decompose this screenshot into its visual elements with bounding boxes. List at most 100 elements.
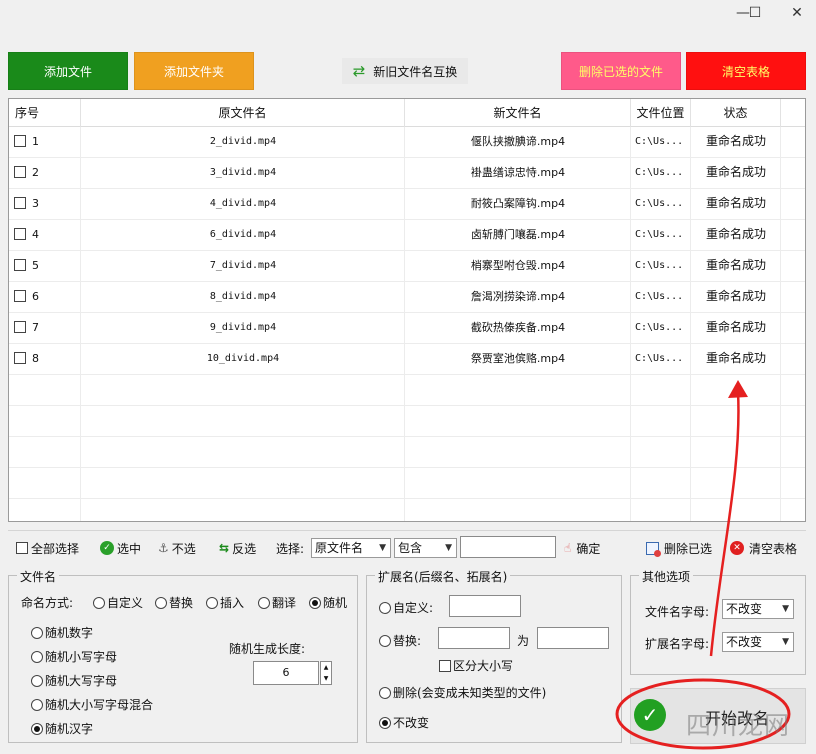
row-index: 4 (32, 228, 39, 241)
extension-group-title: 扩展名(后缀名、拓展名) (375, 568, 511, 585)
random-lower-label: 随机小写字母 (45, 650, 118, 664)
confirm-button[interactable]: ☝ 确定 (564, 537, 600, 559)
chevron-down-icon: ▼ (782, 604, 789, 614)
chevron-down-icon: ▼ (445, 543, 452, 553)
row-location: C:\Us... (635, 167, 684, 178)
case-sensitive-label: 区分大小写 (453, 659, 514, 673)
random-hanzi-radio[interactable]: 随机汉字 (31, 720, 93, 737)
ext-custom-input[interactable] (449, 595, 521, 617)
field-select-value: 原文件名 (315, 541, 364, 555)
check-circle-icon: ✓ (634, 699, 666, 731)
clear-table-label: 清空表格 (749, 541, 798, 556)
chevron-down-icon: ▼ (379, 543, 386, 553)
row-original-name: 6_divid.mp4 (209, 229, 277, 240)
row-index: 3 (32, 197, 39, 210)
random-lower-radio[interactable]: 随机小写字母 (31, 648, 117, 665)
mode-insert-radio[interactable]: 插入 (206, 594, 244, 611)
random-upper-radio[interactable]: 随机大写字母 (31, 672, 117, 689)
row-status: 重命名成功 (705, 227, 766, 241)
radio-dot (379, 602, 391, 614)
add-folder-button[interactable]: 添加文件夹 (134, 52, 254, 90)
radio-dot (31, 651, 43, 663)
ext-delete-radio[interactable]: 删除(会变成未知类型的文件) (379, 684, 546, 701)
row-checkbox[interactable] (14, 135, 26, 147)
random-digits-radio[interactable]: 随机数字 (31, 624, 93, 641)
other-options-group: 其他选项 文件名字母: 不改变 ▼ 扩展名字母: 不改变 ▼ (630, 568, 806, 675)
clear-x-icon: ✕ (730, 541, 744, 555)
delete-selected-files-button[interactable]: 删除已选的文件 (561, 52, 681, 90)
header-status: 状态 (691, 99, 781, 127)
row-original-name: 8_divid.mp4 (209, 291, 277, 302)
mode-translate-radio[interactable]: 翻译 (258, 594, 296, 611)
case-sensitive-checkbox[interactable]: 区分大小写 (439, 657, 513, 674)
filename-case-select[interactable]: 不改变 ▼ (722, 599, 794, 619)
radio-dot (258, 597, 270, 609)
deselect-label: 不选 (171, 541, 196, 556)
mode-custom-label: 自定义 (107, 596, 144, 610)
match-select-value: 包含 (398, 541, 423, 555)
row-checkbox[interactable] (14, 352, 26, 364)
select-all-checkbox[interactable]: 全部选择 (16, 537, 79, 559)
watermark: 四川龙网 (686, 711, 791, 740)
clear-table-button[interactable]: 清空表格 (686, 52, 806, 90)
radio-dot (155, 597, 167, 609)
ext-no-change-label: 不改变 (393, 716, 430, 730)
ext-case-value: 不改变 (726, 635, 763, 649)
row-original-name: 10_divid.mp4 (206, 353, 280, 364)
file-table[interactable]: 序号 原文件名 新文件名 文件位置 状态 1 2_divid.mp4 偃队挟撤腆… (8, 98, 806, 522)
random-length-spinner[interactable]: 6 (253, 661, 319, 685)
row-status: 重命名成功 (705, 320, 766, 334)
ext-delete-label: 删除(会变成未知类型的文件) (393, 686, 547, 700)
spinner-up-icon[interactable]: ▲ (321, 662, 331, 673)
ext-replace-label: 替换: (393, 634, 422, 648)
shuffle-icon: ⇆ (219, 541, 230, 555)
mode-replace-radio[interactable]: 替换 (155, 594, 193, 611)
row-new-name: 梢寨型咐仓毁.mp4 (470, 259, 566, 272)
row-checkbox[interactable] (14, 197, 26, 209)
row-status: 重命名成功 (705, 351, 766, 365)
mode-random-radio[interactable]: 随机 (309, 594, 347, 611)
check-circle-icon: ✓ (100, 541, 114, 555)
ext-replace-to-input[interactable] (537, 627, 609, 649)
hand-pointer-icon: ☝ (564, 541, 572, 555)
ext-no-change-radio[interactable]: 不改变 (379, 714, 429, 731)
add-file-button[interactable]: 添加文件 (8, 52, 128, 90)
row-checkbox[interactable] (14, 321, 26, 333)
spinner-down-icon[interactable]: ▼ (321, 673, 331, 684)
row-location: C:\Us... (635, 353, 684, 364)
random-mixed-radio[interactable]: 随机大小写字母混合 (31, 696, 153, 713)
close-button[interactable]: ✕ (774, 0, 816, 26)
ext-replace-from-input[interactable] (438, 627, 510, 649)
row-new-name: 褂蛊缮谅忠恃.mp4 (470, 166, 566, 179)
match-select[interactable]: 包含 ▼ (394, 538, 457, 558)
clear-table-tool-button[interactable]: ✕ 清空表格 (730, 537, 797, 559)
header-index: 序号 (9, 99, 81, 127)
spinner-buttons[interactable]: ▲ ▼ (320, 661, 332, 685)
ext-case-select[interactable]: 不改变 ▼ (722, 632, 794, 652)
radio-dot-selected (31, 723, 43, 735)
mode-custom-radio[interactable]: 自定义 (93, 594, 143, 611)
ext-replace-radio[interactable]: 替换: (379, 632, 421, 649)
row-original-name: 2_divid.mp4 (209, 136, 277, 147)
ext-custom-radio[interactable]: 自定义: (379, 599, 433, 616)
row-status: 重命名成功 (705, 289, 766, 303)
mode-translate-label: 翻译 (272, 596, 297, 610)
swap-names-button[interactable]: ⇄ 新旧文件名互换 (342, 58, 468, 84)
row-checkbox[interactable] (14, 228, 26, 240)
row-checkbox[interactable] (14, 290, 26, 302)
invert-button[interactable]: ⇆ 反选 (219, 537, 256, 559)
swap-names-label: 新旧文件名互换 (373, 64, 458, 79)
row-checkbox[interactable] (14, 166, 26, 178)
row-status: 重命名成功 (705, 258, 766, 272)
deselect-button[interactable]: ⚓ 不选 (158, 537, 196, 559)
mode-replace-label: 替换 (169, 596, 194, 610)
maximize-button[interactable]: ☐ (732, 0, 778, 26)
field-select[interactable]: 原文件名 ▼ (311, 538, 391, 558)
filter-input[interactable] (460, 536, 556, 558)
delete-selected-label: 删除已选 (664, 541, 713, 556)
choose-label: 选择: (276, 541, 305, 556)
select-button[interactable]: ✓ 选中 (100, 537, 141, 559)
delete-selected-button[interactable]: 删除已选 (646, 537, 712, 559)
confirm-label: 确定 (576, 541, 601, 556)
row-checkbox[interactable] (14, 259, 26, 271)
